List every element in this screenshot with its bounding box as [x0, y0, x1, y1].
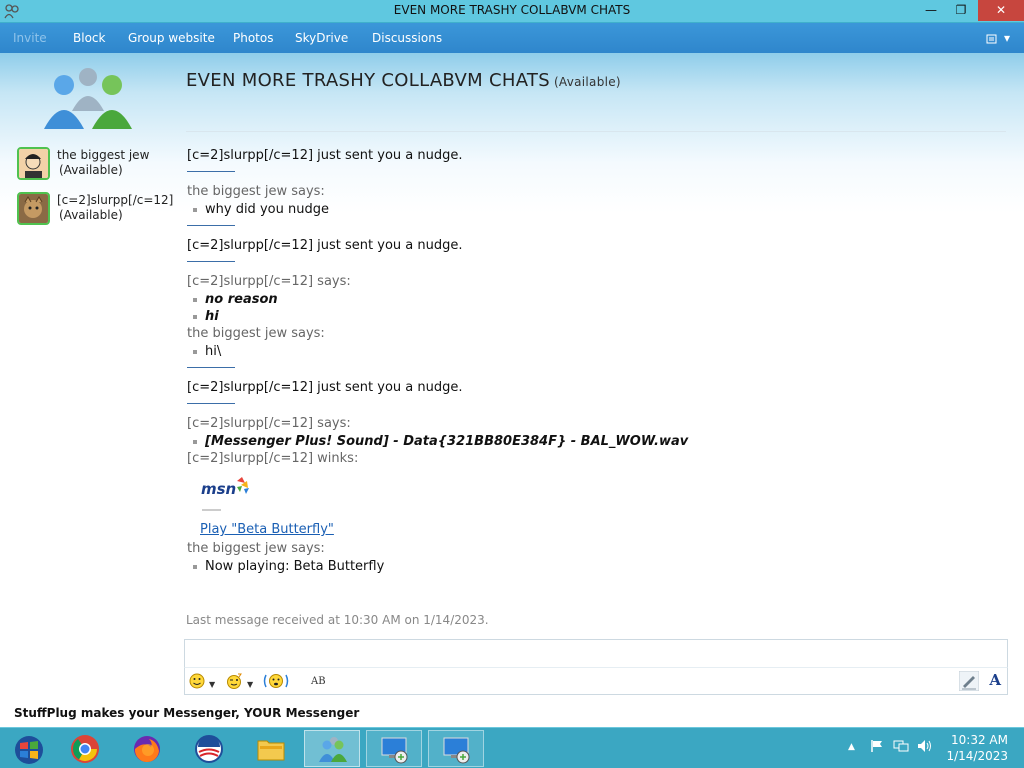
font-icon[interactable]: A — [989, 672, 1001, 688]
messenger-users-icon — [319, 737, 347, 762]
sender-line: [c=2]slurpp[/c=12] says: — [187, 274, 351, 289]
obama-logo-taskbar-button[interactable] — [181, 730, 237, 767]
system-clock[interactable]: 10:32 AM 1/14/2023 — [946, 732, 1008, 764]
remote-desktop-taskbar-button[interactable] — [428, 730, 484, 767]
msn-wink-logo: msn — [201, 477, 261, 513]
obama-logo-icon — [195, 735, 223, 763]
bullet-icon — [193, 314, 197, 319]
message-separator — [187, 367, 235, 368]
bullet-icon — [193, 439, 197, 444]
menu-skydrive[interactable]: SkyDrive — [295, 31, 348, 45]
contact-item[interactable]: [c=2]slurpp[/c=12] (Available) — [17, 192, 177, 232]
conversation-status: (Available) — [553, 75, 621, 89]
firefox-taskbar-button[interactable] — [119, 730, 175, 767]
contact-name: the biggest jew — [57, 148, 150, 162]
file-explorer-taskbar-button[interactable] — [243, 730, 299, 767]
group-users-icon — [44, 68, 132, 129]
message-text: hi\ — [193, 344, 221, 359]
conversation-window: EVEN MORE TRASHY COLLABVM CHATS (Availabl… — [0, 53, 1024, 699]
message-text: hi — [193, 309, 219, 324]
sender-line: the biggest jew says: — [187, 541, 325, 556]
contact-item[interactable]: the biggest jew (Available) — [17, 147, 177, 187]
show-hidden-icons-arrow[interactable]: ▲ — [848, 742, 855, 752]
sender-line: the biggest jew says: — [187, 184, 325, 199]
message-input[interactable] — [184, 639, 1008, 667]
messenger-taskbar-button[interactable] — [304, 730, 360, 767]
bullet-icon — [193, 207, 197, 212]
conversation-title: EVEN MORE TRASHY COLLABVM CHATS (Availabl… — [186, 70, 621, 91]
nudge-notice: [c=2]slurpp[/c=12] just sent you a nudge… — [187, 148, 463, 163]
sender-line: the biggest jew says: — [187, 326, 325, 341]
ad-bar: StuffPlug makes your Messenger, YOUR Mes… — [0, 699, 1024, 727]
play-wink-link[interactable]: Play "Beta Butterfly" — [200, 522, 334, 537]
bullet-icon — [193, 297, 197, 302]
title-bar: EVEN MORE TRASHY COLLABVM CHATS — ❐ ✕ — [0, 0, 1024, 23]
sender-line: [c=2]slurpp[/c=12] winks: — [187, 451, 359, 466]
menu-group-website[interactable]: Group website — [128, 31, 215, 45]
action-center-flag-icon[interactable] — [870, 739, 884, 757]
menu-invite[interactable]: Invite — [13, 31, 47, 45]
message-text: no reason — [193, 292, 278, 307]
message-separator — [187, 225, 235, 226]
avatar[interactable] — [17, 147, 50, 180]
menu-photos[interactable]: Photos — [233, 31, 273, 45]
minimize-button[interactable]: — — [916, 0, 946, 21]
formatting-toolbar: ▼ ▼ AB A — [184, 667, 1008, 695]
window-title: EVEN MORE TRASHY COLLABVM CHATS — [393, 3, 631, 17]
maximize-button[interactable]: ❐ — [946, 0, 976, 21]
chrome-icon — [71, 735, 99, 763]
close-button[interactable]: ✕ — [978, 0, 1024, 21]
folder-icon — [257, 740, 285, 761]
menu-bar: Invite Block Group website Photos SkyDri… — [0, 23, 1024, 53]
bullet-icon — [193, 349, 197, 354]
wink-icon[interactable] — [225, 673, 243, 693]
sender-line: [c=2]slurpp[/c=12] says: — [187, 416, 351, 431]
nudge-notice: [c=2]slurpp[/c=12] just sent you a nudge… — [187, 238, 463, 253]
message-text: Now playing: Beta Butterfly — [193, 559, 384, 574]
message-separator — [187, 403, 235, 404]
menu-discussions[interactable]: Discussions — [372, 31, 442, 45]
remote-desktop-icon — [381, 737, 408, 764]
chevron-down-icon[interactable]: ▼ — [209, 677, 215, 693]
avatar[interactable] — [17, 192, 50, 225]
contact-status: (Available) — [59, 208, 123, 222]
taskbar: ▲ 10:32 AM 1/14/2023 — [0, 727, 1024, 768]
nudge-notice: [c=2]slurpp[/c=12] just sent you a nudge… — [187, 380, 463, 395]
volume-icon[interactable] — [917, 739, 933, 757]
firefox-icon — [134, 736, 160, 763]
handwriting-pen-icon[interactable] — [958, 670, 980, 695]
message-separator — [187, 261, 235, 262]
chevron-down-icon[interactable]: ▼ — [247, 677, 253, 693]
last-message-info: Last message received at 10:30 AM on 1/1… — [186, 613, 489, 627]
contact-status: (Available) — [59, 163, 123, 177]
nudge-icon[interactable] — [263, 673, 289, 693]
contact-name: [c=2]slurpp[/c=12] — [57, 193, 174, 207]
message-text: [Messenger Plus! Sound] - Data{321BB80E3… — [193, 434, 688, 449]
msn-logo-text: msn — [201, 480, 236, 498]
remote-desktop-taskbar-button[interactable] — [366, 730, 422, 767]
bullet-icon — [193, 564, 197, 569]
header-divider — [186, 131, 1006, 132]
clock-time: 10:32 AM — [951, 733, 1008, 747]
network-icon[interactable] — [893, 739, 909, 757]
start-button[interactable] — [0, 730, 56, 767]
remote-desktop-icon — [443, 737, 470, 764]
spell-check-icon[interactable]: AB — [311, 674, 326, 690]
menu-block[interactable]: Block — [73, 31, 105, 45]
chrome-taskbar-button[interactable] — [57, 730, 113, 767]
ad-text[interactable]: StuffPlug makes your Messenger, YOUR Mes… — [14, 706, 359, 720]
clock-date: 1/14/2023 — [946, 749, 1008, 763]
message-text: why did you nudge — [193, 202, 329, 217]
options-menu-icon[interactable]: ▾ — [986, 31, 1010, 45]
message-separator — [187, 171, 235, 172]
emoticon-icon[interactable] — [189, 673, 205, 693]
